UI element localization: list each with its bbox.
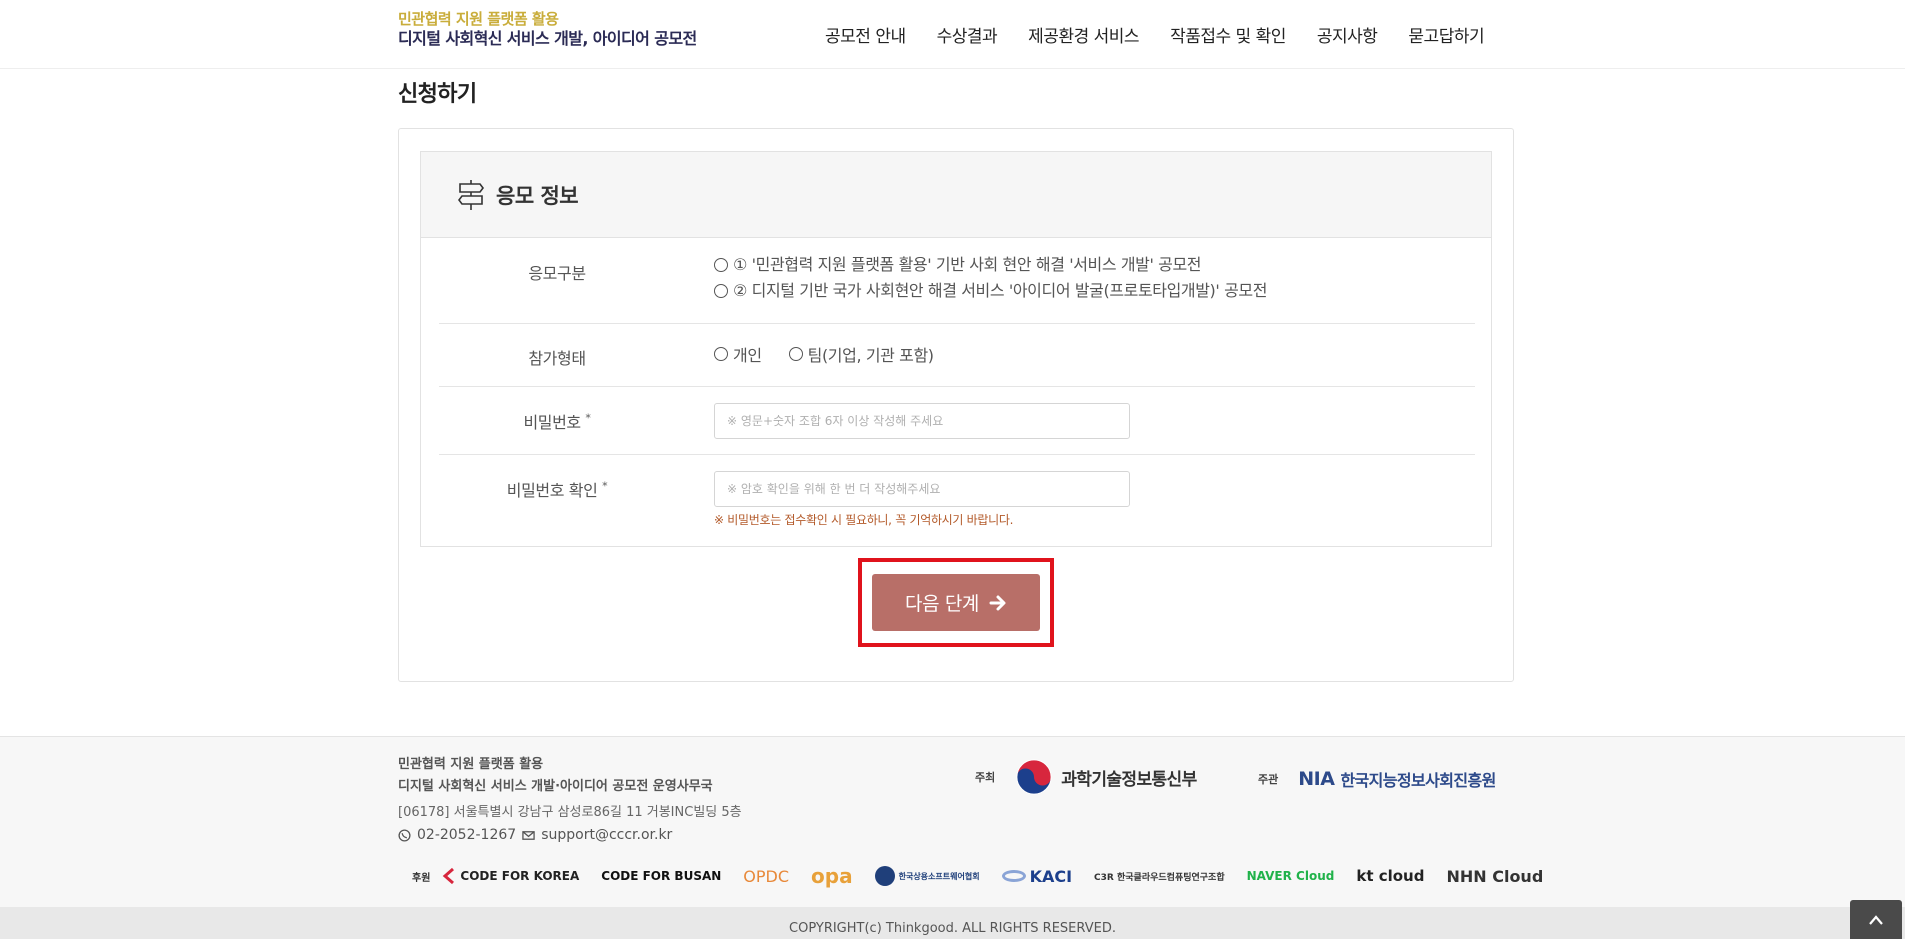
- sponsor-name: KACI: [1029, 866, 1073, 886]
- page-title: 신청하기: [398, 82, 477, 107]
- password-note: ※ 비밀번호는 접수확인 시 필요하니, 꼭 기억하시기 바랍니다.: [714, 513, 1014, 527]
- password-confirm-label-text: 비밀번호 확인: [506, 481, 598, 500]
- site-footer: 민관협력 지원 플랫폼 활용 디지털 사회혁신 서비스 개발·아이디어 공모전 …: [0, 736, 1905, 907]
- password-row: 비밀번호 *: [439, 387, 1475, 455]
- kossa-emblem-icon: [874, 866, 895, 886]
- required-mark: *: [585, 411, 591, 425]
- radio-button[interactable]: [788, 347, 803, 361]
- sponsor-tag: 후원: [412, 872, 431, 884]
- sponsor-name: 한국상용소프트웨어협회: [898, 871, 980, 881]
- nav-submission[interactable]: 작품접수 및 확인: [1170, 22, 1286, 47]
- footer-address: [06178] 서울특별시 강남구 삼성로86길 11 거봉INC빌딩 5층: [398, 805, 742, 820]
- sponsor-kt-cloud: kt cloud: [1356, 867, 1425, 885]
- section-title: 응모 정보: [496, 183, 579, 208]
- next-step-label: 다음 단계: [905, 593, 979, 615]
- scroll-to-top-button[interactable]: [1850, 900, 1902, 939]
- required-mark: *: [602, 479, 608, 493]
- participation-individual-label: 개인: [733, 346, 762, 365]
- password-confirm-field-wrap: ※ 비밀번호는 접수확인 시 필요하니, 꼭 기억하시기 바랍니다.: [714, 471, 1130, 528]
- sponsor-name: CODE FOR KOREA: [460, 869, 580, 883]
- category-option-1-label: ① '민관협력 지원 플랫폼 활용' 기반 사회 현안 해결 '서비스 개발' …: [733, 255, 1202, 274]
- radio-button[interactable]: [714, 347, 728, 361]
- footer-org-line2: 디지털 사회혁신 서비스 개발·아이디어 공모전 운영사무국: [398, 779, 713, 794]
- password-confirm-label: 비밀번호 확인 *: [439, 477, 675, 501]
- password-label: 비밀번호 *: [439, 409, 675, 433]
- nav-contest-info[interactable]: 공모전 안내: [825, 22, 906, 47]
- participation-team[interactable]: 팀(기업, 기관 포함): [788, 342, 934, 366]
- sponsor-code-for-busan: CODE FOR BUSAN: [601, 869, 722, 883]
- sponsor-nhn-cloud: NHN Cloud: [1446, 866, 1544, 886]
- radio-button[interactable]: [714, 258, 728, 272]
- nav-notices[interactable]: 공지사항: [1317, 22, 1378, 47]
- signpost-icon: [458, 179, 484, 210]
- participation-team-label: 팀(기업, 기관 포함): [807, 346, 934, 365]
- nia-logo: NIA: [1298, 768, 1335, 790]
- logo-line2: 디지털 사회혁신 서비스 개발, 아이디어 공모전: [398, 29, 697, 48]
- category-row: 응모구분 ① '민관협력 지원 플랫폼 활용' 기반 사회 현안 해결 '서비스…: [439, 238, 1475, 324]
- footer-contact: 02-2052-1267 support@cccr.or.kr: [398, 827, 672, 843]
- korea-emblem-icon: [1016, 759, 1052, 795]
- nav-environment-services[interactable]: 제공환경 서비스: [1028, 22, 1139, 47]
- sponsor-code-for-korea: CODE FOR KOREA: [442, 867, 579, 885]
- participation-individual[interactable]: 개인: [714, 342, 762, 366]
- password-confirm-row: 비밀번호 확인 * ※ 비밀번호는 접수확인 시 필요하니, 꼭 기억하시기 바…: [439, 455, 1475, 547]
- chevron-left-icon: [443, 867, 455, 885]
- category-options: ① '민관협력 지원 플랫폼 활용' 기반 사회 현안 해결 '서비스 개발' …: [714, 252, 1267, 304]
- footer-org-line1: 민관협력 지원 플랫폼 활용: [398, 757, 544, 772]
- copyright-bar: COPYRIGHT(c) Thinkgood. ALL RIGHTS RESER…: [0, 907, 1905, 939]
- sponsor-kaci: KACI: [1001, 866, 1073, 886]
- site-header: 민관협력 지원 플랫폼 활용 디지털 사회혁신 서비스 개발, 아이디어 공모전…: [0, 0, 1905, 69]
- copyright-text: COPYRIGHT(c) Thinkgood. ALL RIGHTS RESER…: [789, 921, 1116, 936]
- next-step-button[interactable]: 다음 단계: [872, 574, 1040, 631]
- chevron-up-icon: [1869, 914, 1883, 925]
- host-tag: 주최: [975, 771, 996, 784]
- host-name: 과학기술정보통신부: [1061, 769, 1197, 790]
- envelope-icon: [522, 830, 535, 840]
- host-logo: 주최 과학기술정보통신부: [975, 758, 1197, 796]
- participation-row: 참가형태 개인 팀(기업, 기관 포함): [439, 324, 1475, 387]
- participation-label: 참가형태: [528, 349, 586, 368]
- entry-info-section: 응모 정보 응모구분 ① '민관협력 지원 플랫폼 활용' 기반 사회 현안 해…: [420, 151, 1492, 547]
- application-card: 응모 정보 응모구분 ① '민관협력 지원 플랫폼 활용' 기반 사회 현안 해…: [398, 128, 1514, 682]
- nav-award-results[interactable]: 수상결과: [937, 22, 998, 47]
- password-label-text: 비밀번호: [523, 413, 581, 432]
- main-nav: 공모전 안내 수상결과 제공환경 서비스 작품접수 및 확인 공지사항 묻고답하…: [825, 22, 1485, 47]
- nav-qna[interactable]: 묻고답하기: [1408, 22, 1484, 47]
- sponsor-logos: 후원 CODE FOR KOREA CODE FOR BUSAN OPDC op…: [412, 864, 1543, 888]
- arrow-right-icon: [989, 595, 1006, 610]
- sponsor-c3r: C3R 한국클라우드컴퓨팅연구조합: [1094, 872, 1225, 883]
- participation-options: 개인 팀(기업, 기관 포함): [714, 342, 961, 366]
- password-input[interactable]: [714, 403, 1130, 439]
- password-confirm-input[interactable]: [714, 471, 1130, 507]
- sponsor-kossa: 한국상용소프트웨어협회: [874, 866, 980, 886]
- next-button-highlight: 다음 단계: [858, 558, 1054, 647]
- sponsor-opdc: OPDC: [743, 866, 790, 886]
- radio-button[interactable]: [714, 284, 728, 298]
- password-field-wrap: [714, 403, 1130, 439]
- logo-line1: 민관협력 지원 플랫폼 활용: [398, 10, 559, 28]
- footer-phone[interactable]: 02-2052-1267: [417, 827, 516, 843]
- category-option-1[interactable]: ① '민관협력 지원 플랫폼 활용' 기반 사회 현안 해결 '서비스 개발' …: [714, 252, 1267, 278]
- category-label: 응모구분: [528, 264, 586, 283]
- sponsor-opa: opa: [811, 864, 853, 888]
- organizer-name: 한국지능정보사회진흥원: [1340, 771, 1496, 790]
- category-option-2[interactable]: ② 디지털 기반 국가 사회현안 해결 서비스 '아이디어 발굴(프로토타입개발…: [714, 278, 1267, 304]
- kaci-swoosh-icon: [1001, 870, 1026, 882]
- category-option-2-label: ② 디지털 기반 국가 사회현안 해결 서비스 '아이디어 발굴(프로토타입개발…: [733, 281, 1268, 300]
- sponsor-naver-cloud: NAVER Cloud: [1246, 869, 1335, 883]
- footer-email[interactable]: support@cccr.or.kr: [541, 827, 672, 843]
- section-header: 응모 정보: [421, 152, 1491, 238]
- whatsapp-icon: [398, 828, 411, 842]
- site-logo[interactable]: 민관협력 지원 플랫폼 활용 디지털 사회혁신 서비스 개발, 아이디어 공모전: [398, 10, 697, 50]
- organizer-logo: 주관 NIA 한국지능정보사회진흥원: [1258, 767, 1496, 791]
- organizer-tag: 주관: [1258, 773, 1279, 786]
